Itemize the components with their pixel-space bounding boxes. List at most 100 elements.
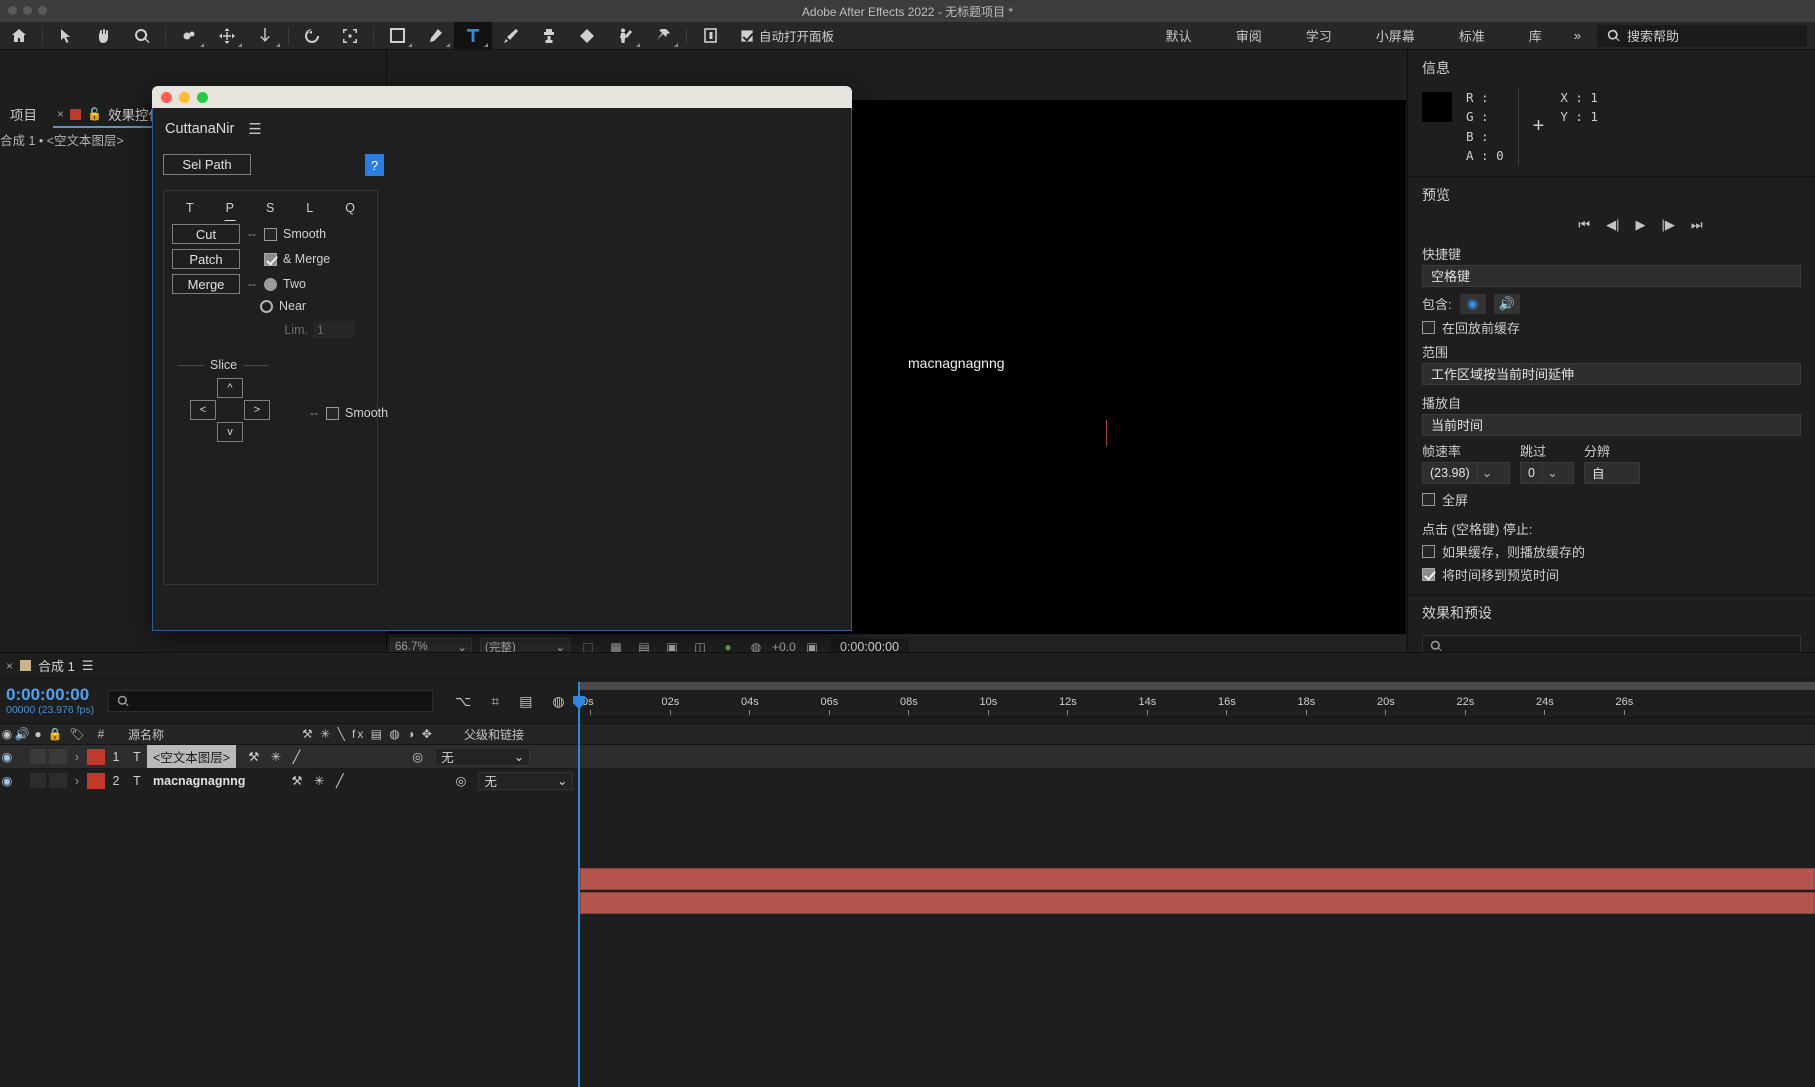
tab-t[interactable]: T xyxy=(186,201,194,219)
tab-l[interactable]: L xyxy=(306,201,313,219)
cuttananir-window-controls[interactable] xyxy=(161,92,208,103)
minimize-button[interactable] xyxy=(179,92,190,103)
layer-label-color[interactable] xyxy=(87,748,105,765)
motion-blur-icon[interactable]: ◍ xyxy=(552,693,564,710)
close-button[interactable] xyxy=(161,92,172,103)
slice-left-button[interactable]: < xyxy=(190,400,216,420)
workspace-review[interactable]: 审阅 xyxy=(1214,26,1284,45)
help-search-box[interactable]: 搜索帮助 xyxy=(1597,24,1807,47)
layer-source-name[interactable]: macnagnagnng xyxy=(147,774,251,788)
close-button[interactable] xyxy=(8,6,17,15)
fullscreen-checkbox[interactable] xyxy=(1422,492,1435,506)
parent-select[interactable]: 无 ⌄ xyxy=(435,747,531,766)
play-from-field[interactable]: 当前时间 xyxy=(1422,413,1801,436)
first-frame-button[interactable]: ⏮ xyxy=(1578,217,1590,233)
smooth-option[interactable]: Smooth xyxy=(264,227,326,241)
maximize-button[interactable] xyxy=(197,92,208,103)
project-tab[interactable]: 项目 xyxy=(0,100,47,128)
stop-option-1-checkbox[interactable] xyxy=(1422,544,1435,558)
auto-open-panels-checkbox[interactable] xyxy=(741,29,753,42)
window-controls[interactable] xyxy=(8,6,47,15)
slice-down-button[interactable]: v xyxy=(217,422,243,442)
solo-toggle[interactable] xyxy=(30,749,46,764)
composition-mini-flowchart-icon[interactable]: ⌥ xyxy=(455,693,471,710)
parent-select[interactable]: 无 ⌄ xyxy=(478,771,574,790)
smooth-checkbox[interactable] xyxy=(264,227,277,241)
cuttananir-window[interactable]: CuttanaNir ☰ Sel Path ? T P S L Q Cut --… xyxy=(152,86,852,631)
timeline-current-time-group[interactable]: 0:00:00:00 00000 (23.976 fps) xyxy=(0,686,94,716)
timeline-tab[interactable]: × 合成 1 ☰ xyxy=(6,656,94,675)
and-merge-checkbox[interactable] xyxy=(264,252,277,266)
roto-brush-tool-icon[interactable] xyxy=(606,22,644,50)
workspace-small-screen[interactable]: 小屏幕 xyxy=(1354,26,1437,45)
speaker-icon[interactable]: 🔊 xyxy=(1493,293,1520,314)
tab-p[interactable]: P xyxy=(226,201,234,219)
layer-label-color[interactable] xyxy=(87,772,105,789)
cache-before-playback-row[interactable]: 在回放前缓存 xyxy=(1408,316,1815,339)
panel-toggle-icon[interactable] xyxy=(691,22,729,50)
play-button[interactable]: ▶ xyxy=(1636,217,1646,233)
limit-input[interactable]: 1 xyxy=(313,321,355,338)
eye-icon[interactable]: ◉ xyxy=(1459,293,1486,314)
orbit-tool-icon[interactable] xyxy=(293,22,331,50)
stop-option-2-checkbox[interactable] xyxy=(1422,567,1435,581)
workspace-library[interactable]: 库 xyxy=(1507,26,1564,45)
merge-option[interactable]: & Merge xyxy=(264,252,330,266)
panel-menu-icon[interactable]: ☰ xyxy=(248,120,261,138)
tab-s[interactable]: S xyxy=(266,201,274,219)
shortcut-field[interactable]: 空格键 xyxy=(1422,264,1801,287)
clone-stamp-tool-icon[interactable] xyxy=(530,22,568,50)
canvas-text-layer[interactable]: macnagnagnng xyxy=(908,355,1005,371)
hide-shy-layers-icon[interactable]: ▤ xyxy=(519,693,532,710)
layer-switches[interactable]: ⚒ ✳ ╱ xyxy=(291,773,347,788)
merge-button[interactable]: Merge xyxy=(172,274,240,294)
unified-camera-tool-icon[interactable] xyxy=(208,22,246,50)
layer-source-name[interactable]: <空文本图层> xyxy=(147,745,237,768)
panel-menu-icon[interactable]: ☰ xyxy=(82,658,94,674)
zoom-tool-icon[interactable] xyxy=(123,22,161,50)
maximize-button[interactable] xyxy=(38,6,47,15)
parent-pick-whip-icon[interactable]: ◎ xyxy=(412,749,423,764)
two-radio[interactable] xyxy=(264,277,277,291)
selection-tool-icon[interactable] xyxy=(47,22,85,50)
hand-tool-icon[interactable] xyxy=(85,22,123,50)
layer-switches[interactable]: ⚒ ✳ ╱ xyxy=(248,749,304,764)
skip-select[interactable]: 0 ⌄ xyxy=(1520,461,1574,484)
expand-arrow-icon[interactable]: › xyxy=(67,774,87,788)
next-frame-button[interactable]: |▶ xyxy=(1662,217,1675,233)
slice-right-button[interactable]: > xyxy=(244,400,270,420)
slice-smooth-checkbox[interactable] xyxy=(326,406,339,420)
home-icon[interactable] xyxy=(0,22,38,50)
solo-toggle[interactable] xyxy=(30,773,46,788)
timeline-search-input[interactable] xyxy=(108,690,434,712)
timeline-ruler[interactable]: 0s 02s 04s 06s 08s 10s 12s 14s 16s 18s 20s 22s 24s 26… xyxy=(578,690,1815,718)
tab-q[interactable]: Q xyxy=(345,201,355,219)
cut-button[interactable]: Cut xyxy=(172,224,240,244)
previous-frame-button[interactable]: ◀| xyxy=(1606,217,1619,233)
near-radio[interactable] xyxy=(260,299,273,313)
resolution-select[interactable]: 自 xyxy=(1584,461,1640,484)
workspace-default[interactable]: 默认 xyxy=(1144,26,1214,45)
type-tool-icon[interactable] xyxy=(454,21,492,50)
draft-3d-icon[interactable]: ⌗ xyxy=(491,693,499,710)
lock-toggle[interactable] xyxy=(49,773,67,788)
brush-tool-icon[interactable] xyxy=(492,22,530,50)
layer-visibility-toggle[interactable]: ◉ xyxy=(0,749,14,764)
help-button[interactable]: ? xyxy=(365,154,384,176)
puppet-pin-tool-icon[interactable] xyxy=(644,22,682,50)
table-row[interactable]: ◉ › 1 T <空文本图层> ⚒ ✳ ╱ ◎ 无 ⌄ xyxy=(0,745,1815,769)
sel-path-button[interactable]: Sel Path xyxy=(163,154,251,175)
fullscreen-row[interactable]: 全屏 xyxy=(1408,488,1815,511)
two-option[interactable]: Two xyxy=(264,277,306,291)
parent-pick-whip-icon[interactable]: ◎ xyxy=(456,773,467,788)
expand-arrow-icon[interactable]: › xyxy=(67,750,87,764)
patch-button[interactable]: Patch xyxy=(172,249,240,269)
slice-up-button[interactable]: ^ xyxy=(217,378,243,398)
lock-icon[interactable]: 🔓 xyxy=(87,107,102,122)
layer-duration-bar[interactable] xyxy=(580,868,1815,890)
close-icon[interactable]: × xyxy=(6,659,13,673)
last-frame-button[interactable]: ⏭ xyxy=(1691,217,1703,233)
rotation-tool-icon[interactable] xyxy=(170,22,208,50)
workspace-learn[interactable]: 学习 xyxy=(1284,26,1354,45)
eraser-tool-icon[interactable] xyxy=(568,22,606,50)
